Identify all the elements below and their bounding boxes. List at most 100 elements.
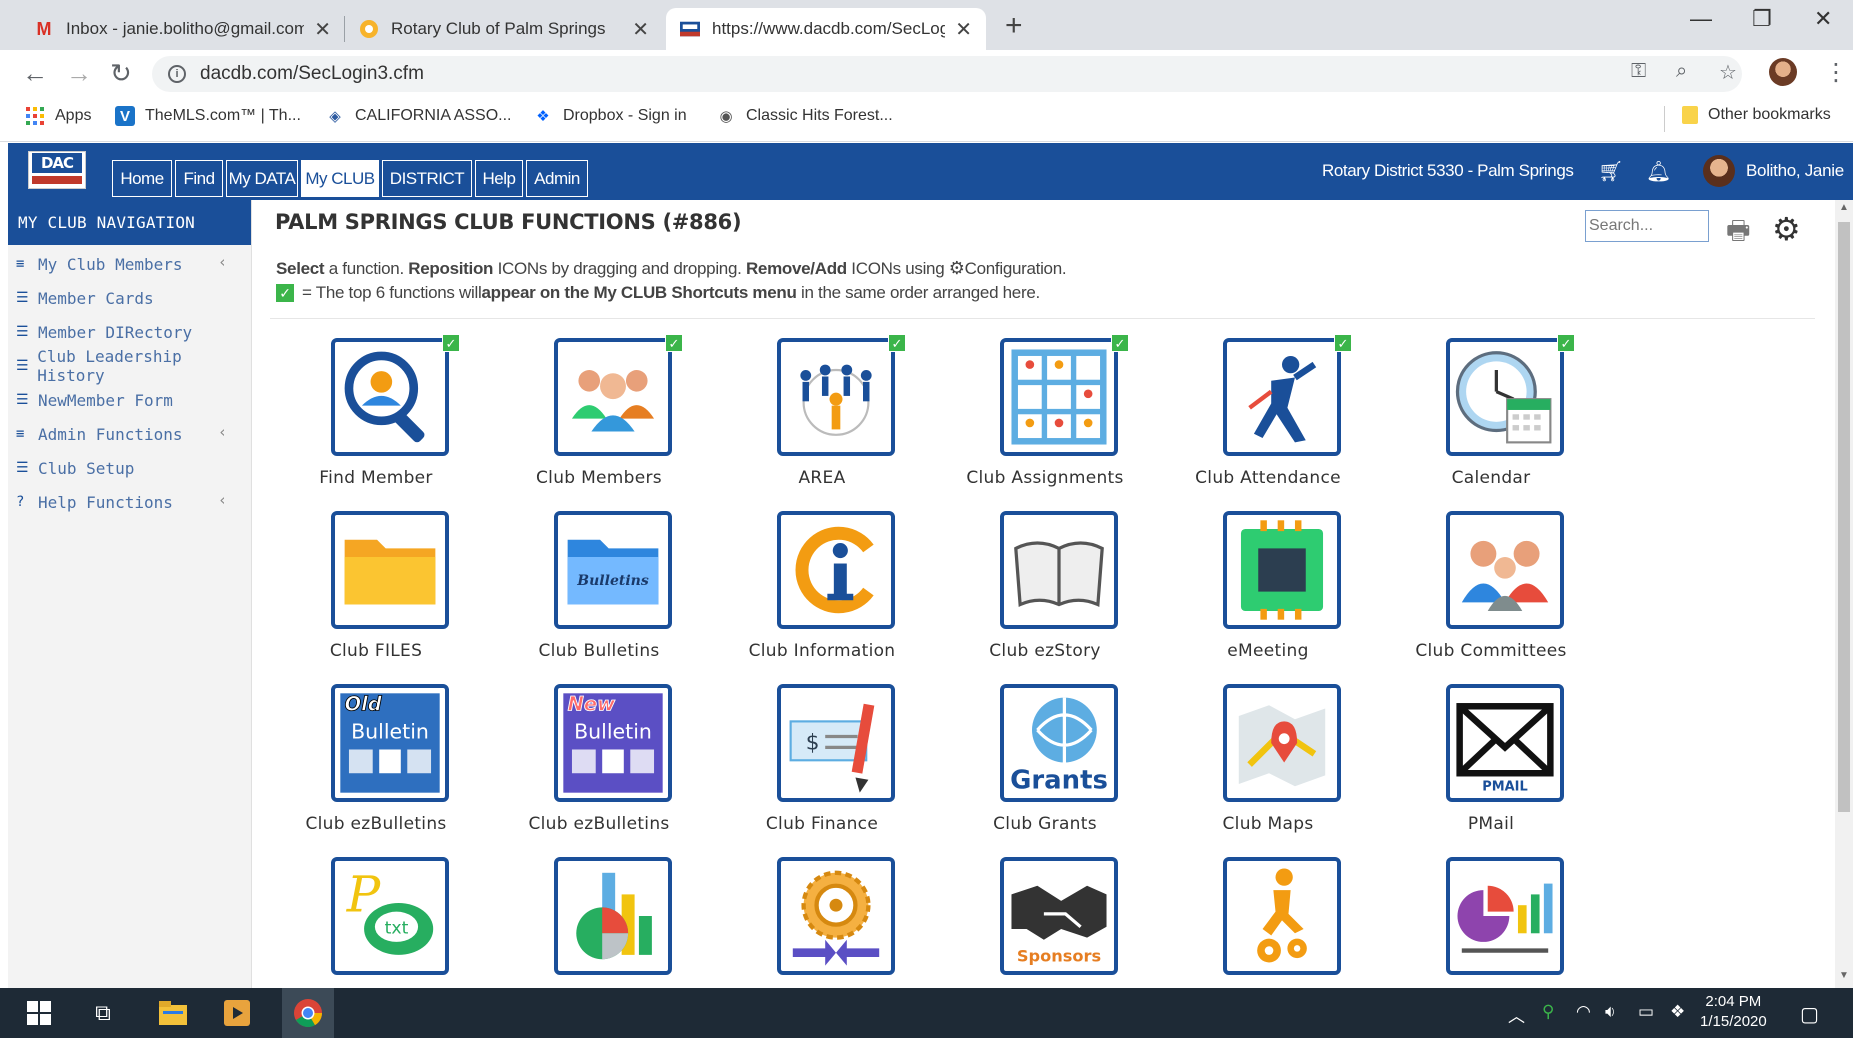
committees-icon[interactable] (1446, 511, 1564, 629)
function-tile[interactable]: Grants Club Grants (945, 684, 1145, 844)
address-bar[interactable]: i dacdb.com/SecLogin3.cfm (152, 56, 1742, 92)
walker-gear-icon[interactable] (1223, 857, 1341, 975)
chevron-left-icon[interactable]: ‹ (218, 491, 227, 509)
zoom-icon[interactable]: ⌕ (1676, 60, 1687, 83)
task-view-icon[interactable]: ⧉ (88, 998, 118, 1028)
sidebar-item[interactable]: ☰ Club Leadership History (8, 347, 251, 385)
function-tile[interactable]: New Bulletin Club ezBulletins (499, 684, 699, 844)
chevron-left-icon[interactable]: ‹ (218, 423, 227, 441)
network-tray-icon[interactable]: ⚲ (1542, 1002, 1554, 1022)
function-tile[interactable]: $ Club Finance (722, 684, 922, 844)
tile-label[interactable]: PMail (1381, 814, 1601, 834)
map-icon[interactable] (1223, 684, 1341, 802)
sidebar-item[interactable]: ≡ My Club Members ‹ (8, 247, 251, 281)
pie-chart-icon[interactable] (554, 857, 672, 975)
close-tab-icon[interactable]: ✕ (955, 17, 972, 42)
tile-label[interactable]: eMeeting (1158, 641, 1378, 661)
restore-icon[interactable]: ❐ (1752, 6, 1772, 32)
mail-icon[interactable]: PMAIL (1446, 684, 1564, 802)
chevron-up-icon[interactable]: ︿ (1508, 1002, 1525, 1027)
close-window-icon[interactable]: ✕ (1814, 6, 1832, 32)
club-attendance-icon[interactable] (1223, 338, 1341, 456)
dropbox-tray-icon[interactable]: ❖ (1670, 1002, 1685, 1022)
site-info-icon[interactable]: i (168, 65, 186, 83)
bookmark-other[interactable]: Other bookmarks (1682, 106, 1831, 124)
tile-label[interactable]: Club Assignments (935, 468, 1155, 488)
user-name[interactable]: Bolitho, Janie (1746, 161, 1844, 181)
club-assignments-icon[interactable] (1000, 338, 1118, 456)
old-bulletin-icon[interactable]: Old Bulletin (331, 684, 449, 802)
bookmark-classic-hits[interactable]: ◉ Classic Hits Forest... (716, 106, 892, 126)
function-tile[interactable]: Club Committees (1391, 511, 1591, 671)
area-icon[interactable] (777, 338, 895, 456)
district-name[interactable]: Rotary District 5330 - Palm Springs (1322, 161, 1574, 181)
bookmark-dropbox[interactable]: ❖ Dropbox - Sign in (533, 106, 686, 126)
club-members-icon[interactable] (554, 338, 672, 456)
menu-admin[interactable]: Admin (526, 160, 588, 197)
folder-icon[interactable] (331, 511, 449, 629)
function-tile[interactable]: ✓ Club Attendance (1168, 334, 1368, 498)
tab-dacdb[interactable]: https://www.dacdb.com/SecLogin ✕ (666, 8, 986, 50)
new-tab-button[interactable]: + (1005, 9, 1023, 43)
menu-home[interactable]: Home (112, 160, 172, 197)
finance-icon[interactable]: $ (777, 684, 895, 802)
new-bulletin-icon[interactable]: New Bulletin (554, 684, 672, 802)
sidebar-item[interactable]: ☰ Member Cards (8, 281, 251, 315)
function-tile[interactable]: ✓ Club Members (499, 334, 699, 498)
scroll-up-icon[interactable]: ▲ (1839, 202, 1849, 213)
bookmark-themls[interactable]: V TheMLS.com™ | Th... (115, 106, 301, 126)
scroll-down-icon[interactable]: ▼ (1839, 970, 1849, 981)
media-player-icon[interactable] (222, 998, 252, 1028)
user-avatar[interactable] (1703, 155, 1735, 187)
back-icon[interactable]: ← (22, 58, 48, 89)
bookmark-california[interactable]: ◈ CALIFORNIA ASSO... (325, 106, 511, 126)
menu-help[interactable]: Help (475, 160, 523, 197)
sponsors-icon[interactable]: Sponsors (1000, 857, 1118, 975)
vertical-scrollbar[interactable]: ▲ ▼ (1835, 200, 1853, 988)
menu-my-club[interactable]: My CLUB (301, 160, 379, 197)
tile-label[interactable]: Club Grants (935, 814, 1155, 834)
function-tile[interactable]: ✓ Find Member (276, 334, 476, 498)
sidebar-item[interactable]: ☰ Club Setup (8, 451, 251, 485)
find-member-icon[interactable] (331, 338, 449, 456)
tile-label[interactable]: Club ezBulletins (266, 814, 486, 834)
print-icon[interactable]: 🖶︎ (1726, 212, 1751, 256)
tile-label[interactable]: Club Information (712, 641, 932, 661)
menu-find[interactable]: Find (175, 160, 223, 197)
tile-label[interactable]: Club Members (489, 468, 709, 488)
sidebar-item[interactable]: ☰ Member DIRectory (8, 315, 251, 349)
rotary-wheel-icon[interactable] (777, 857, 895, 975)
tile-label[interactable]: Club Attendance (1158, 468, 1378, 488)
scrollbar-thumb[interactable] (1838, 222, 1850, 812)
info-icon[interactable] (777, 511, 895, 629)
profile-avatar[interactable] (1769, 58, 1797, 86)
system-clock[interactable]: 2:04 PM 1/15/2020 (1700, 992, 1767, 1032)
txt-icon[interactable]: Ptxt (331, 857, 449, 975)
cart-icon[interactable]: 🛒︎ (1598, 159, 1623, 184)
chip-icon[interactable] (1223, 511, 1341, 629)
tile-label[interactable]: AREA (712, 468, 932, 488)
function-tile[interactable]: eMeeting (1168, 511, 1368, 671)
tile-label[interactable]: Club Maps (1158, 814, 1378, 834)
sidebar-item[interactable]: ☰ NewMember Form (8, 383, 251, 417)
function-tile[interactable]: PMAIL PMail (1391, 684, 1591, 844)
tile-label[interactable]: Club ezBulletins (489, 814, 709, 834)
function-tile[interactable]: Club FILES (276, 511, 476, 671)
tile-label[interactable]: Club Finance (712, 814, 932, 834)
tile-label[interactable]: Club Committees (1381, 641, 1601, 661)
forward-icon[interactable]: → (66, 58, 92, 89)
calendar-icon[interactable] (1446, 338, 1564, 456)
menu-my-data[interactable]: My DATA (226, 160, 298, 197)
bookmark-star-icon[interactable]: ☆ (1719, 60, 1737, 85)
chrome-menu-icon[interactable]: ⋮ (1824, 58, 1848, 87)
function-tile[interactable]: Old Bulletin Club ezBulletins (276, 684, 476, 844)
close-tab-icon[interactable]: ✕ (632, 17, 649, 42)
menu-district[interactable]: DISTRICT (382, 160, 472, 197)
function-tile[interactable]: ✓ Calendar (1391, 334, 1591, 498)
wifi-icon[interactable]: ◠ (1576, 1002, 1591, 1022)
bulletins-folder-icon[interactable]: Bulletins (554, 511, 672, 629)
minimize-icon[interactable]: — (1690, 6, 1712, 32)
reports-icon[interactable] (1446, 857, 1564, 975)
sidebar-item[interactable]: ? Help Functions ‹ (8, 485, 251, 519)
tab-rotary[interactable]: Rotary Club of Palm Springs ✕ (345, 8, 663, 50)
